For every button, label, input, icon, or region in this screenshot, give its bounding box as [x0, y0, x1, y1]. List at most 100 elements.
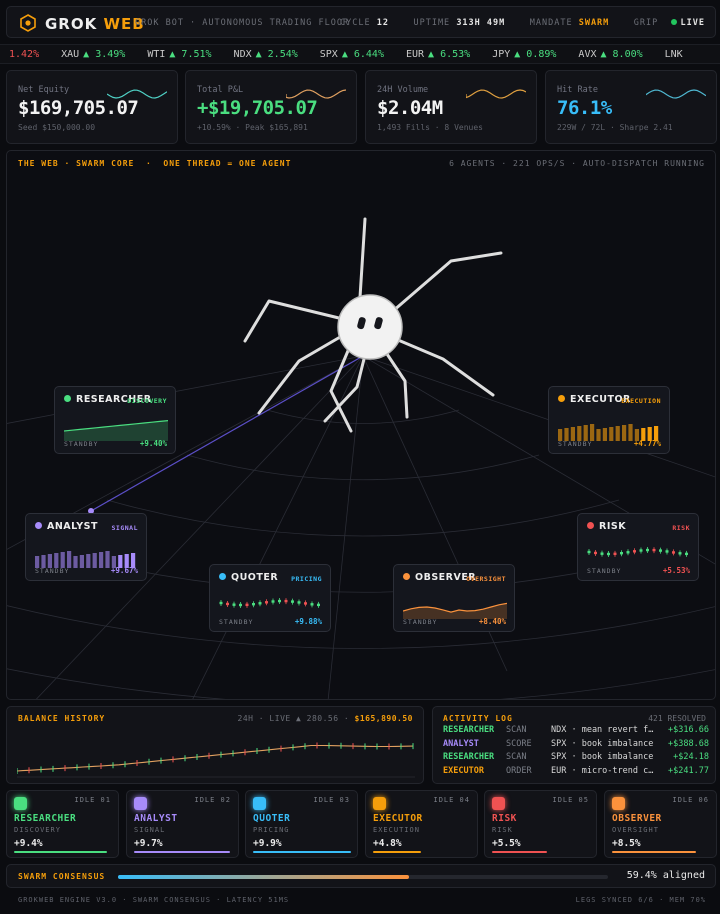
agent-card-name: RESEARCHER: [14, 813, 77, 824]
agent-card-role: EXECUTION: [373, 826, 420, 834]
consensus-track: [118, 875, 608, 879]
agent-status: STANDBY: [558, 440, 593, 448]
ticker-change: 1.42%: [9, 49, 40, 60]
agent-idle-label: IDLE 03: [313, 796, 350, 804]
agent-badge-icon: [14, 797, 27, 810]
live-indicator: LIVE: [680, 18, 705, 28]
agent-status: STANDBY: [587, 567, 622, 575]
agent-card-pct: +8.5%: [612, 838, 641, 849]
kpi-footnote: 229W / 72L · Sharpe 2.41: [557, 123, 673, 132]
activity-title: ACTIVITY LOG: [443, 714, 513, 723]
agent-dot-icon: [219, 573, 226, 580]
agent-node-executor[interactable]: EXECUTOR EXECUTION STANDBY +4.77%: [548, 386, 670, 454]
swarm-web-panel: THE WEB · SWARM CORE · ONE THREAD = ONE …: [6, 150, 716, 700]
ticker-item: LNK: [665, 49, 687, 60]
agent-card-researcher[interactable]: IDLE 01 RESEARCHER DISCOVERY +9.4%: [6, 790, 119, 858]
agent-node-observer[interactable]: OBSERVER OVERSIGHT STANDBY +8.40%: [393, 564, 515, 632]
agent-card-executor[interactable]: IDLE 04 EXECUTOR EXECUTION +4.8%: [365, 790, 478, 858]
agent-status: STANDBY: [403, 618, 438, 626]
activity-row: RESEARCHER SCAN SPX · book imbalance +$24.1…: [443, 752, 709, 765]
agent-card-role: DISCOVERY: [14, 826, 61, 834]
ticker-change: ▲ 6.44%: [341, 49, 384, 60]
agent-badge-icon: [373, 797, 386, 810]
agent-progress-bar: [253, 851, 351, 853]
consensus-value: 59.4% aligned: [626, 870, 705, 881]
agent-card-quoter[interactable]: IDLE 03 QUOTER PRICING +9.9%: [245, 790, 358, 858]
ticker-change: ▲ 8.00%: [600, 49, 643, 60]
agent-mini-chart: [558, 424, 659, 441]
app-subtitle: GROK BOT · AUTONOMOUS TRADING FLOOR: [135, 18, 350, 28]
kpi-card: Net Equity $169,705.07 Seed $150,000.00: [6, 70, 178, 144]
ticker-symbol: LNK: [664, 49, 683, 60]
ticker-item: EUR ▲ 6.53%: [406, 49, 470, 60]
agent-badge-icon: [612, 797, 625, 810]
activity-row: ANALYST SCORE SPX · book imbalance +$388.68: [443, 739, 709, 752]
agent-badge-icon: [253, 797, 266, 810]
activity-agent: RESEARCHER: [443, 752, 495, 762]
agent-node-risk[interactable]: RISK RISK STANDBY +5.53%: [577, 513, 699, 581]
agent-dot-icon: [558, 395, 565, 402]
agent-status: STANDBY: [64, 440, 99, 448]
consensus-title: SWARM CONSENSUS: [18, 872, 106, 881]
agent-card-name: OBSERVER: [612, 813, 662, 824]
agent-node-analyst[interactable]: ANALYST SIGNAL STANDBY +9.67%: [25, 513, 147, 581]
grip-label: GRIP: [633, 18, 659, 28]
agent-progress-bar: [373, 851, 421, 853]
agent-card-name: EXECUTOR: [373, 813, 423, 824]
agent-card-pct: +9.4%: [14, 838, 43, 849]
agent-mini-chart: [35, 551, 136, 568]
web-panel-stats: 6 AGENTS · 221 OPS/S · AUTO-DISPATCH RUN…: [449, 159, 705, 168]
agent-card-name: ANALYST: [134, 813, 178, 824]
balance-chart: [17, 742, 415, 778]
activity-log-panel: ACTIVITY LOG 421 RESOLVED RESEARCHER SCAN…: [432, 706, 716, 784]
agent-progress-bar: [134, 851, 230, 853]
kpi-footnote: +10.59% · Peak $165,891: [197, 123, 308, 132]
spider-body-icon: [337, 294, 403, 360]
agent-card-role: SIGNAL: [134, 826, 166, 834]
agent-card-pct: +9.9%: [253, 838, 282, 849]
agent-card-observer[interactable]: IDLE 06 OBSERVER OVERSIGHT +8.5%: [604, 790, 717, 858]
kpi-footnote: 1,493 Fills · 8 Venues: [377, 123, 483, 132]
agent-badge-icon: [134, 797, 147, 810]
kpi-value: $2.04M: [377, 97, 443, 119]
agent-tag: OVERSIGHT: [466, 575, 506, 583]
ticker-item: SPX ▲ 6.44%: [320, 49, 384, 60]
hexagon-logo-icon: [20, 14, 36, 32]
sparkline: [646, 89, 706, 99]
uptime-label: UPTIME: [413, 18, 451, 28]
consensus-bar: SWARM CONSENSUS 59.4% aligned: [6, 864, 716, 888]
ticker-item: AVX ▲ 8.00%: [578, 49, 642, 60]
ticker-change: ▲ 0.89%: [514, 49, 557, 60]
consensus-fill: [118, 875, 410, 879]
agent-card-risk[interactable]: IDLE 05 RISK RISK +5.5%: [484, 790, 597, 858]
kpi-label: Total P&L: [197, 85, 244, 95]
activity-value: +$388.68: [668, 738, 709, 749]
activity-kind: SCAN: [506, 752, 527, 762]
kpi-card: Total P&L +$19,705.07 +10.59% · Peak $165,…: [185, 70, 357, 144]
agent-idle-label: IDLE 06: [672, 796, 709, 804]
agent-card-analyst[interactable]: IDLE 02 ANALYST SIGNAL +9.7%: [126, 790, 239, 858]
agent-name-label: QUOTER: [231, 572, 279, 583]
sparkline: [286, 89, 346, 99]
agent-idle-label: IDLE 05: [552, 796, 589, 804]
agent-tag: EXECUTION: [621, 397, 661, 405]
status-strip: CYCLE 12 UPTIME 313H 49M MANDATE SWARM G…: [340, 18, 705, 28]
agent-node-quoter[interactable]: QUOTER PRICING STANDBY +9.88%: [209, 564, 331, 632]
kpi-footnote: Seed $150,000.00: [18, 123, 96, 132]
agent-status: STANDBY: [35, 567, 70, 575]
uptime-value: 313H 49M: [456, 18, 506, 28]
agent-tag: PRICING: [291, 575, 322, 583]
ticker-symbol: JPY: [492, 49, 511, 60]
ticker-symbol: SPX: [319, 49, 338, 60]
balance-title: BALANCE HISTORY: [18, 714, 106, 723]
ticker-symbol: XAU: [61, 49, 80, 60]
web-panel-title: THE WEB · SWARM CORE · ONE THREAD = ONE …: [18, 159, 292, 168]
agent-node-researcher[interactable]: RESEARCHER DISCOVERY STANDBY +9.40%: [54, 386, 176, 454]
kpi-value: 76.1%: [557, 97, 612, 119]
balance-summary: 24H · LIVE ▲ 280.56 · $165,890.50: [237, 714, 413, 723]
ticker-symbol: WTI: [147, 49, 166, 60]
activity-agent: RESEARCHER: [443, 725, 495, 735]
agent-name: RISK: [587, 521, 626, 532]
activity-value: +$241.77: [668, 765, 709, 776]
resolved-count: 421 RESOLVED: [648, 714, 706, 723]
